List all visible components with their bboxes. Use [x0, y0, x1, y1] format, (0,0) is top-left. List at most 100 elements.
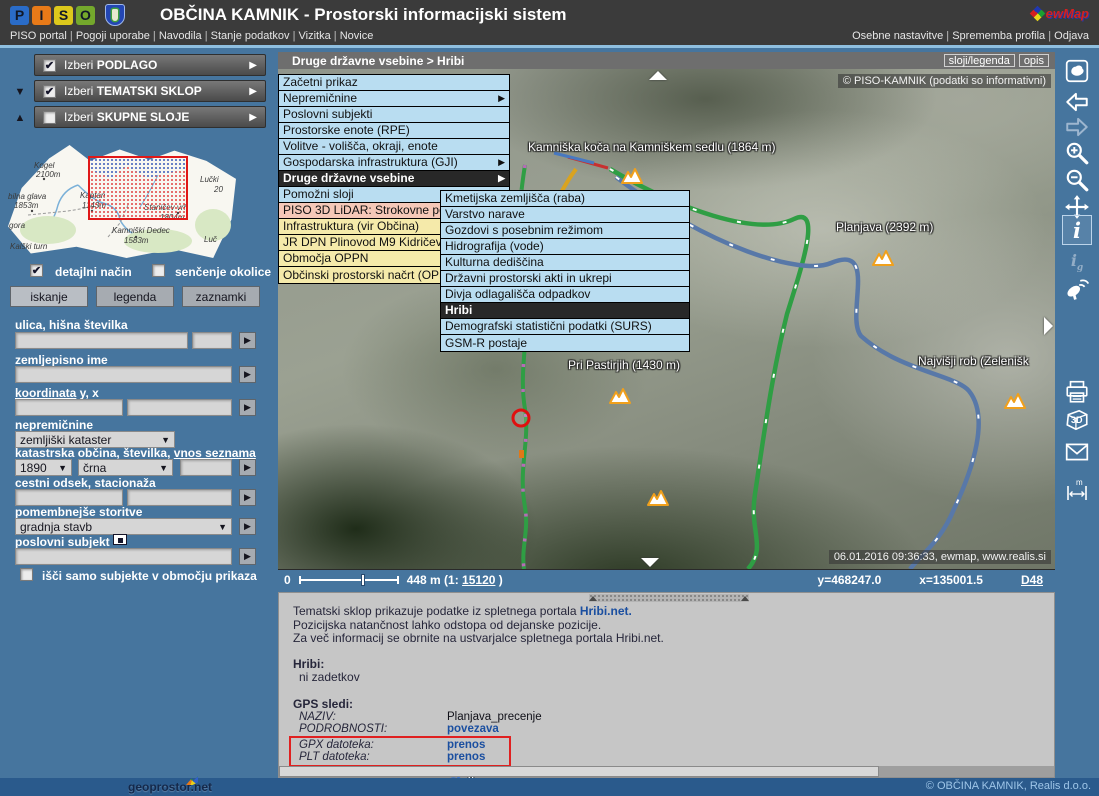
hribi-section-header: Hribi: — [293, 658, 1024, 672]
services-search-button[interactable]: ▶ — [239, 518, 256, 535]
geoname-search-button[interactable]: ▶ — [239, 366, 256, 383]
submenu-item-varstvo-narave[interactable]: Varstvo narave — [441, 207, 689, 223]
road-section-input[interactable] — [15, 489, 123, 506]
business-search-button[interactable]: ▶ — [239, 548, 256, 565]
street-search-button[interactable]: ▶ — [239, 332, 256, 349]
zoom-out-button[interactable] — [1062, 165, 1092, 195]
podlago-checkbox[interactable] — [43, 59, 56, 72]
scrollbar-thumb[interactable] — [279, 766, 879, 777]
pan-right-arrow[interactable] — [1044, 317, 1053, 335]
tab-legenda[interactable]: legenda — [96, 286, 174, 307]
cursor-coordinates: y=468247.0 x=135001.5 D48 — [818, 573, 1043, 587]
geoname-input[interactable] — [15, 366, 232, 383]
cadastre-search-button[interactable]: ▶ — [239, 459, 256, 476]
submenu-item-kmetijska-zemljisca[interactable]: Kmetijska zemljišča (raba) — [441, 191, 689, 207]
submenu-item-gozdovi[interactable]: Gozdovi s posebnim režimom — [441, 223, 689, 239]
tab-iskanje[interactable]: iskanje — [10, 286, 88, 307]
menu-item-nepremicnine[interactable]: Nepremičnine▶ — [279, 91, 509, 107]
geoprostor-logo[interactable]: geoprostor.net — [128, 780, 212, 794]
overview-map[interactable]: Kogel 2100m bilna glava 1853m gora Kalšk… — [8, 145, 236, 258]
piso-logo[interactable]: P I S O — [10, 4, 125, 26]
zoom-in-button[interactable] — [1062, 138, 1092, 168]
scale-slider-handle[interactable] — [361, 574, 365, 586]
submenu-item-kulturna-dediscina[interactable]: Kulturna dediščina — [441, 255, 689, 271]
measure-button[interactable]: m — [1062, 477, 1092, 507]
scale-slider[interactable] — [299, 579, 399, 581]
nav-navodila[interactable]: Navodila — [159, 30, 211, 42]
cadastre-name-select[interactable]: črna▼ — [78, 459, 173, 476]
layers-legend-button[interactable]: sloji/legenda — [944, 54, 1015, 67]
submenu-item-hribi[interactable]: Hribi — [441, 303, 689, 319]
coordinate-search-button[interactable]: ▶ — [239, 399, 256, 416]
cadastre-list-link[interactable]: vnos seznama — [174, 446, 256, 460]
services-select[interactable]: gradnja stavb▼ — [15, 518, 232, 535]
pan-down-arrow[interactable] — [641, 558, 659, 567]
submenu-item-gsm-r[interactable]: GSM-R postaje — [441, 335, 689, 351]
nav-sprememba-profila[interactable]: Sprememba profila — [952, 30, 1054, 42]
overview-extent-rectangle[interactable] — [88, 156, 188, 220]
menu-item-volitve[interactable]: Volitve - volišča, okraji, enote — [279, 139, 509, 155]
panel-horizontal-scrollbar[interactable] — [279, 766, 1054, 777]
scale-ratio-link[interactable]: 15120 — [462, 573, 495, 587]
datum-link[interactable]: D48 — [1021, 573, 1043, 587]
coordinate-x-input[interactable] — [127, 399, 232, 416]
coordinate-link[interactable]: koordinata — [15, 386, 76, 400]
municipality-coat-of-arms-icon — [105, 4, 125, 26]
detail-mode-checkbox[interactable] — [30, 264, 43, 277]
nav-odjava[interactable]: Odjava — [1054, 30, 1089, 42]
menu-item-prostorske-enote[interactable]: Prostorske enote (RPE) — [279, 123, 509, 139]
accordion-tematski-sklop[interactable]: Izberi TEMATSKI SKLOP ▶ — [34, 80, 266, 102]
view-3d-button[interactable]: 3D — [1062, 405, 1092, 435]
print-button[interactable] — [1062, 377, 1092, 407]
send-mail-button[interactable] — [1062, 437, 1092, 467]
shading-checkbox[interactable] — [152, 264, 165, 277]
identify-group-button[interactable]: ig — [1062, 247, 1092, 277]
identify-button[interactable]: i — [1062, 215, 1092, 245]
nav-stanje-podatkov[interactable]: Stanje podatkov — [211, 30, 299, 42]
submenu-item-drzavni-akti[interactable]: Državni prostorski akti in ukrepi — [441, 271, 689, 287]
gpx-download-link[interactable]: prenos — [447, 739, 485, 753]
map-topbar: Druge državne vsebine > Hribi sloji/lege… — [278, 52, 1055, 69]
nav-osebne-nastavitve[interactable]: Osebne nastavitve — [852, 30, 952, 42]
nav-piso-portal[interactable]: PISO portal — [10, 30, 76, 42]
tematski-checkbox[interactable] — [43, 85, 56, 98]
plt-download-link[interactable]: prenos — [447, 751, 485, 765]
description-button[interactable]: opis — [1019, 54, 1049, 67]
info-icon: i — [1073, 218, 1081, 243]
tab-zaznamki[interactable]: zaznamki — [182, 286, 260, 307]
zoom-in-icon — [1064, 140, 1090, 166]
menu-item-druge-drzavne-vsebine[interactable]: Druge državne vsebine▶ — [279, 171, 509, 187]
menu-item-gji[interactable]: Gospodarska infrastruktura (GJI)▶ — [279, 155, 509, 171]
menu-item-poslovni-subjekti[interactable]: Poslovni subjekti — [279, 107, 509, 123]
gps-button[interactable] — [1062, 274, 1092, 304]
nav-vizitka[interactable]: Vizitka — [299, 30, 340, 42]
skupni-checkbox[interactable] — [43, 111, 56, 124]
street-input[interactable] — [15, 332, 188, 349]
povezava-link[interactable]: povezava — [447, 723, 499, 737]
accordion-skupni-sloji[interactable]: Izberi SKUPNE SLOJE ▶ — [34, 106, 266, 128]
nav-novice[interactable]: Novice — [340, 30, 374, 42]
menu-item-zacetni-prikaz[interactable]: Začetni prikaz — [279, 75, 509, 91]
parcel-number-input[interactable] — [180, 459, 232, 476]
collapse-arrow-skupni[interactable]: ▲ — [12, 112, 28, 124]
business-input[interactable] — [15, 548, 232, 565]
road-station-input[interactable] — [127, 489, 232, 506]
coordinate-y-input[interactable] — [15, 399, 123, 416]
submenu-item-hidrografija[interactable]: Hidrografija (vode) — [441, 239, 689, 255]
submenu-item-divja-odlagalisca[interactable]: Divja odlagališča odpadkov — [441, 287, 689, 303]
business-info-icon[interactable] — [113, 534, 127, 545]
road-search-button[interactable]: ▶ — [239, 489, 256, 506]
business-area-checkbox[interactable] — [20, 568, 33, 581]
submenu-arrow-icon: ▶ — [498, 155, 505, 170]
accordion-podlago[interactable]: Izberi PODLAGO ▶ — [34, 54, 266, 76]
hribi-net-link[interactable]: Hribi.net. — [580, 604, 632, 618]
nav-pogoji-uporabe[interactable]: Pogoji uporabe — [76, 30, 159, 42]
full-extent-button[interactable] — [1062, 56, 1092, 86]
panel-resize-handle[interactable] — [589, 594, 749, 602]
ewmap-logo[interactable]: ewMap — [1032, 6, 1089, 21]
submenu-item-demografski-podatki[interactable]: Demografski statistični podatki (SURS) — [441, 319, 689, 335]
collapse-arrow-tematski[interactable]: ▼ — [12, 86, 28, 98]
pan-up-arrow[interactable] — [649, 71, 667, 80]
cadastre-number-select[interactable]: 1890▼ — [15, 459, 72, 476]
street-number-input[interactable] — [192, 332, 232, 349]
